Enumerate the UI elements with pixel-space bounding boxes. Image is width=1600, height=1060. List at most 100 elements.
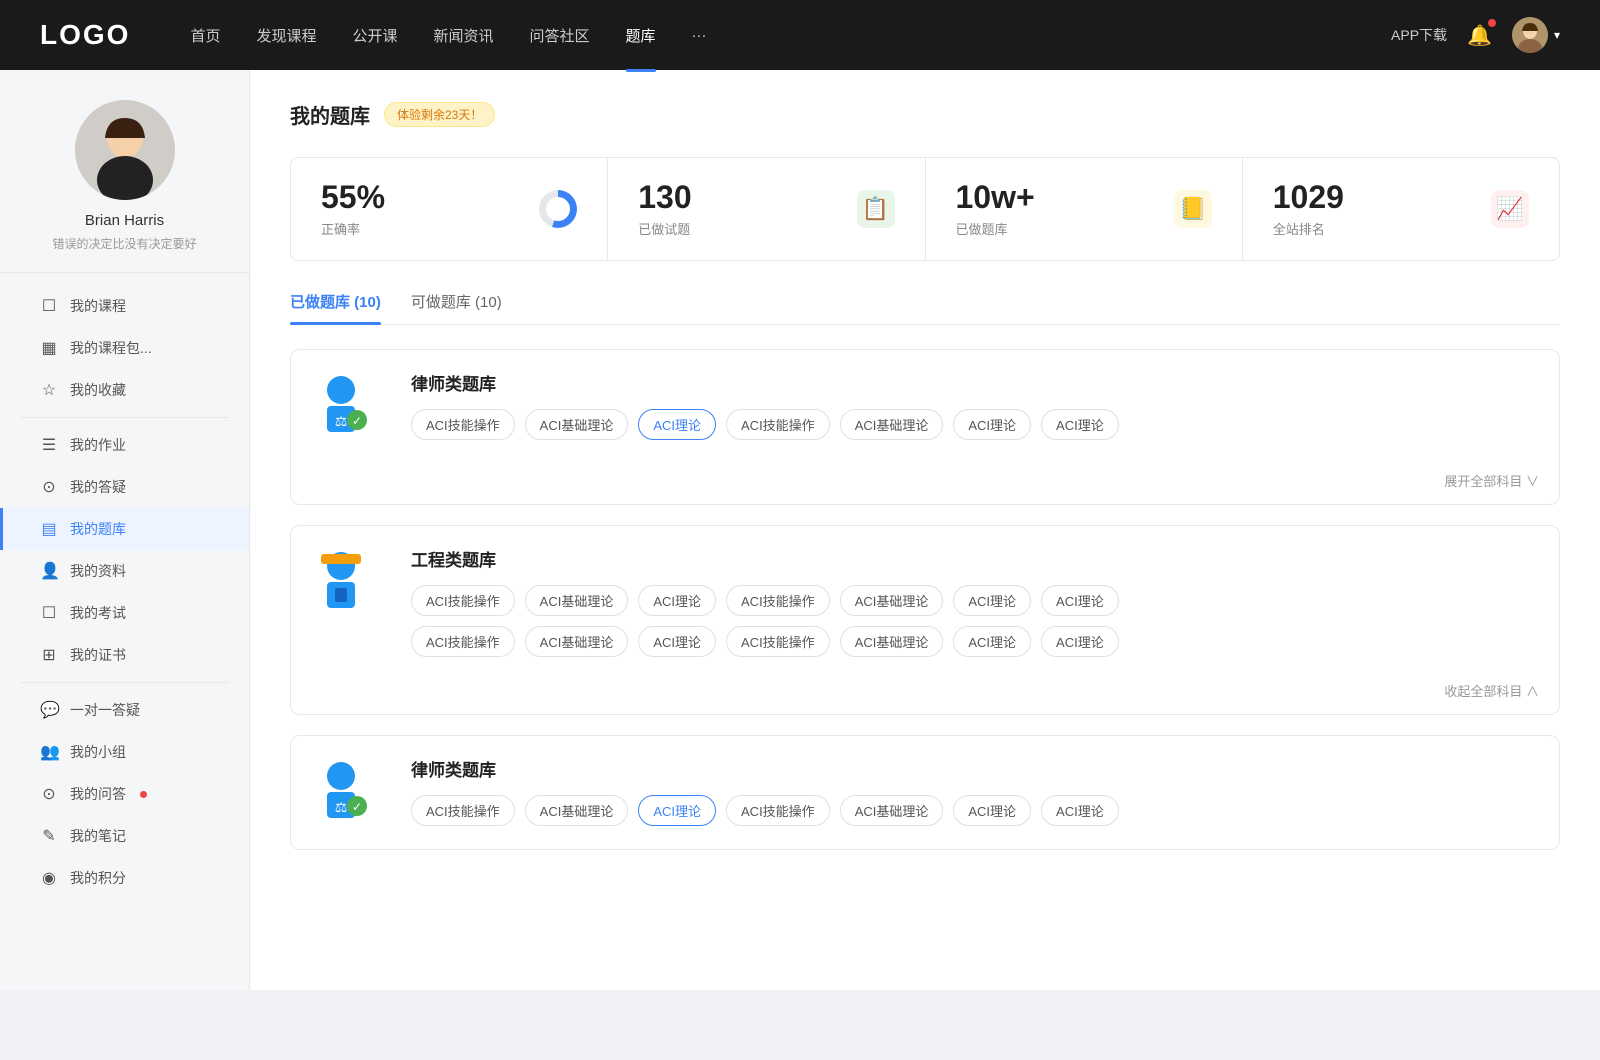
nav-questionbank[interactable]: 题库 xyxy=(626,21,656,50)
tabs-row: 已做题库 (10) 可做题库 (10) xyxy=(290,291,1560,325)
sidebar-item-my-exam[interactable]: ☐ 我的考试 xyxy=(0,592,249,634)
logo[interactable]: LOGO xyxy=(40,19,130,51)
notification-bell-icon[interactable]: 🔔 xyxy=(1467,23,1492,48)
sidebar-item-my-certificate[interactable]: ⊞ 我的证书 xyxy=(0,634,249,676)
stat-banks-label: 已做题库 xyxy=(956,219,1160,238)
tag-item[interactable]: ACI技能操作 xyxy=(411,626,515,657)
nav-menu: 首页 发现课程 公开课 新闻资讯 问答社区 题库 ··· xyxy=(190,21,1391,50)
stats-row: 55% 正确率 130 已做试题 📋 10w+ xyxy=(290,157,1560,261)
trial-badge: 体验剩余23天！ xyxy=(384,102,495,127)
bank-icon-area: ⚖ ✓ xyxy=(291,350,391,463)
sidebar-item-my-course-packages[interactable]: ▦ 我的课程包... xyxy=(0,327,249,369)
notification-badge xyxy=(1488,19,1496,27)
main-layout: Brian Harris 错误的决定比没有决定要好 ☐ 我的课程 ▦ 我的课程包… xyxy=(0,70,1600,990)
sidebar-item-my-homework[interactable]: ☰ 我的作业 xyxy=(0,424,249,466)
tag-item[interactable]: ACI理论 xyxy=(1041,626,1119,657)
accuracy-pie-chart xyxy=(539,190,577,228)
sidebar-item-my-data[interactable]: 👤 我的资料 xyxy=(0,550,249,592)
star-icon: ☆ xyxy=(40,380,58,400)
tag-item[interactable]: ACI技能操作 xyxy=(726,626,830,657)
tag-item[interactable]: ACI理论 xyxy=(953,585,1031,616)
sidebar-item-my-courses[interactable]: ☐ 我的课程 xyxy=(0,285,249,327)
tag-item[interactable]: ACI理论 xyxy=(953,795,1031,826)
bank-tags-2-row1: ACI技能操作 ACI基础理论 ACI理论 ACI技能操作 ACI基础理论 AC… xyxy=(411,585,1539,616)
nav-more[interactable]: ··· xyxy=(692,23,707,48)
sidebar-item-one-on-one[interactable]: 💬 一对一答疑 xyxy=(0,689,249,731)
course-package-icon: ▦ xyxy=(40,338,58,358)
chat-icon: 💬 xyxy=(40,700,58,720)
tag-item[interactable]: ACI理论 xyxy=(638,626,716,657)
tag-item[interactable]: ACI基础理论 xyxy=(525,795,629,826)
tag-item[interactable]: ACI基础理论 xyxy=(840,626,944,657)
tag-item[interactable]: ACI技能操作 xyxy=(411,795,515,826)
tag-item[interactable]: ACI基础理论 xyxy=(840,409,944,440)
tag-item-active[interactable]: ACI理论 xyxy=(638,795,716,826)
collapse-link-2[interactable]: 收起全部科目 ∧ xyxy=(1444,681,1539,700)
bank-card-lawyer-2: ⚖ ✓ 律师类题库 ACI技能操作 ACI基础理论 ACI理论 ACI技能操作 … xyxy=(290,735,1560,850)
bank-title-2: 工程类题库 xyxy=(411,546,1539,571)
stat-accuracy: 55% 正确率 xyxy=(291,158,608,260)
tag-item[interactable]: ACI技能操作 xyxy=(726,795,830,826)
avatar xyxy=(1512,17,1548,53)
sidebar-item-my-qa[interactable]: ⊙ 我的问答 xyxy=(0,773,249,815)
bank-tags-3: ACI技能操作 ACI基础理论 ACI理论 ACI技能操作 ACI基础理论 AC… xyxy=(411,795,1539,826)
notes-icon: ✎ xyxy=(40,826,58,846)
bank-icon-area-3: ⚖ ✓ xyxy=(291,736,391,849)
homework-icon: ☰ xyxy=(40,435,58,455)
nav-open[interactable]: 公开课 xyxy=(352,21,397,50)
bank-title-1: 律师类题库 xyxy=(411,370,1539,395)
profile-motto: 错误的决定比没有决定要好 xyxy=(52,235,196,252)
tag-item-active[interactable]: ACI理论 xyxy=(638,409,716,440)
page-title: 我的题库 xyxy=(290,100,370,129)
sidebar-item-my-questionbank[interactable]: ▤ 我的题库 xyxy=(0,508,249,550)
banks-icon: 📒 xyxy=(1174,190,1212,228)
tag-item[interactable]: ACI技能操作 xyxy=(411,585,515,616)
stat-ranking-value: 1029 xyxy=(1273,180,1477,215)
sidebar: Brian Harris 错误的决定比没有决定要好 ☐ 我的课程 ▦ 我的课程包… xyxy=(0,70,250,990)
bank-card-engineer: 工程类题库 ACI技能操作 ACI基础理论 ACI理论 ACI技能操作 ACI基… xyxy=(290,525,1560,715)
expand-link-1[interactable]: 展开全部科目 ∨ xyxy=(1444,471,1539,490)
stat-accuracy-label: 正确率 xyxy=(321,219,525,238)
ranking-icon: 📈 xyxy=(1491,190,1529,228)
tab-done-banks[interactable]: 已做题库 (10) xyxy=(290,291,381,324)
nav-news[interactable]: 新闻资讯 xyxy=(434,21,494,50)
stat-ranking: 1029 全站排名 📈 xyxy=(1243,158,1559,260)
app-download-button[interactable]: APP下载 xyxy=(1391,25,1447,45)
stat-ranking-label: 全站排名 xyxy=(1273,219,1477,238)
group-icon: 👥 xyxy=(40,742,58,762)
sidebar-item-my-notes[interactable]: ✎ 我的笔记 xyxy=(0,815,249,857)
tab-available-banks[interactable]: 可做题库 (10) xyxy=(411,291,502,324)
tag-item[interactable]: ACI理论 xyxy=(953,626,1031,657)
navbar: LOGO 首页 发现课程 公开课 新闻资讯 问答社区 题库 ··· APP下载 … xyxy=(0,0,1600,70)
chevron-down-icon: ▾ xyxy=(1554,28,1560,42)
nav-qa[interactable]: 问答社区 xyxy=(530,21,590,50)
tag-item[interactable]: ACI理论 xyxy=(1041,409,1119,440)
tag-item[interactable]: ACI技能操作 xyxy=(726,409,830,440)
tag-item[interactable]: ACI基础理论 xyxy=(525,585,629,616)
svg-text:⚖: ⚖ xyxy=(335,413,348,429)
tag-item[interactable]: ACI基础理论 xyxy=(840,585,944,616)
tag-item[interactable]: ACI理论 xyxy=(1041,795,1119,826)
points-icon: ◉ xyxy=(40,868,58,888)
nav-home[interactable]: 首页 xyxy=(190,21,220,50)
sidebar-item-my-points[interactable]: ◉ 我的积分 xyxy=(0,857,249,899)
tag-item[interactable]: ACI基础理论 xyxy=(525,626,629,657)
tag-item[interactable]: ACI技能操作 xyxy=(726,585,830,616)
tag-item[interactable]: ACI技能操作 xyxy=(411,409,515,440)
bank-icon-area-2 xyxy=(291,526,391,639)
tag-item[interactable]: ACI基础理论 xyxy=(840,795,944,826)
nav-discover[interactable]: 发现课程 xyxy=(256,21,316,50)
lawyer-icon: ⚖ ✓ xyxy=(311,374,371,439)
question-icon: ⊙ xyxy=(40,477,58,497)
profile-section: Brian Harris 错误的决定比没有决定要好 xyxy=(0,100,249,273)
tag-item[interactable]: ACI理论 xyxy=(1041,585,1119,616)
data-icon: 👤 xyxy=(40,561,58,581)
sidebar-item-my-favorites[interactable]: ☆ 我的收藏 xyxy=(0,369,249,411)
user-avatar-menu[interactable]: ▾ xyxy=(1512,17,1560,53)
sidebar-item-my-questions[interactable]: ⊙ 我的答疑 xyxy=(0,466,249,508)
stat-banks-value: 10w+ xyxy=(956,180,1160,215)
tag-item[interactable]: ACI理论 xyxy=(638,585,716,616)
sidebar-item-my-group[interactable]: 👥 我的小组 xyxy=(0,731,249,773)
tag-item[interactable]: ACI理论 xyxy=(953,409,1031,440)
tag-item[interactable]: ACI基础理论 xyxy=(525,409,629,440)
